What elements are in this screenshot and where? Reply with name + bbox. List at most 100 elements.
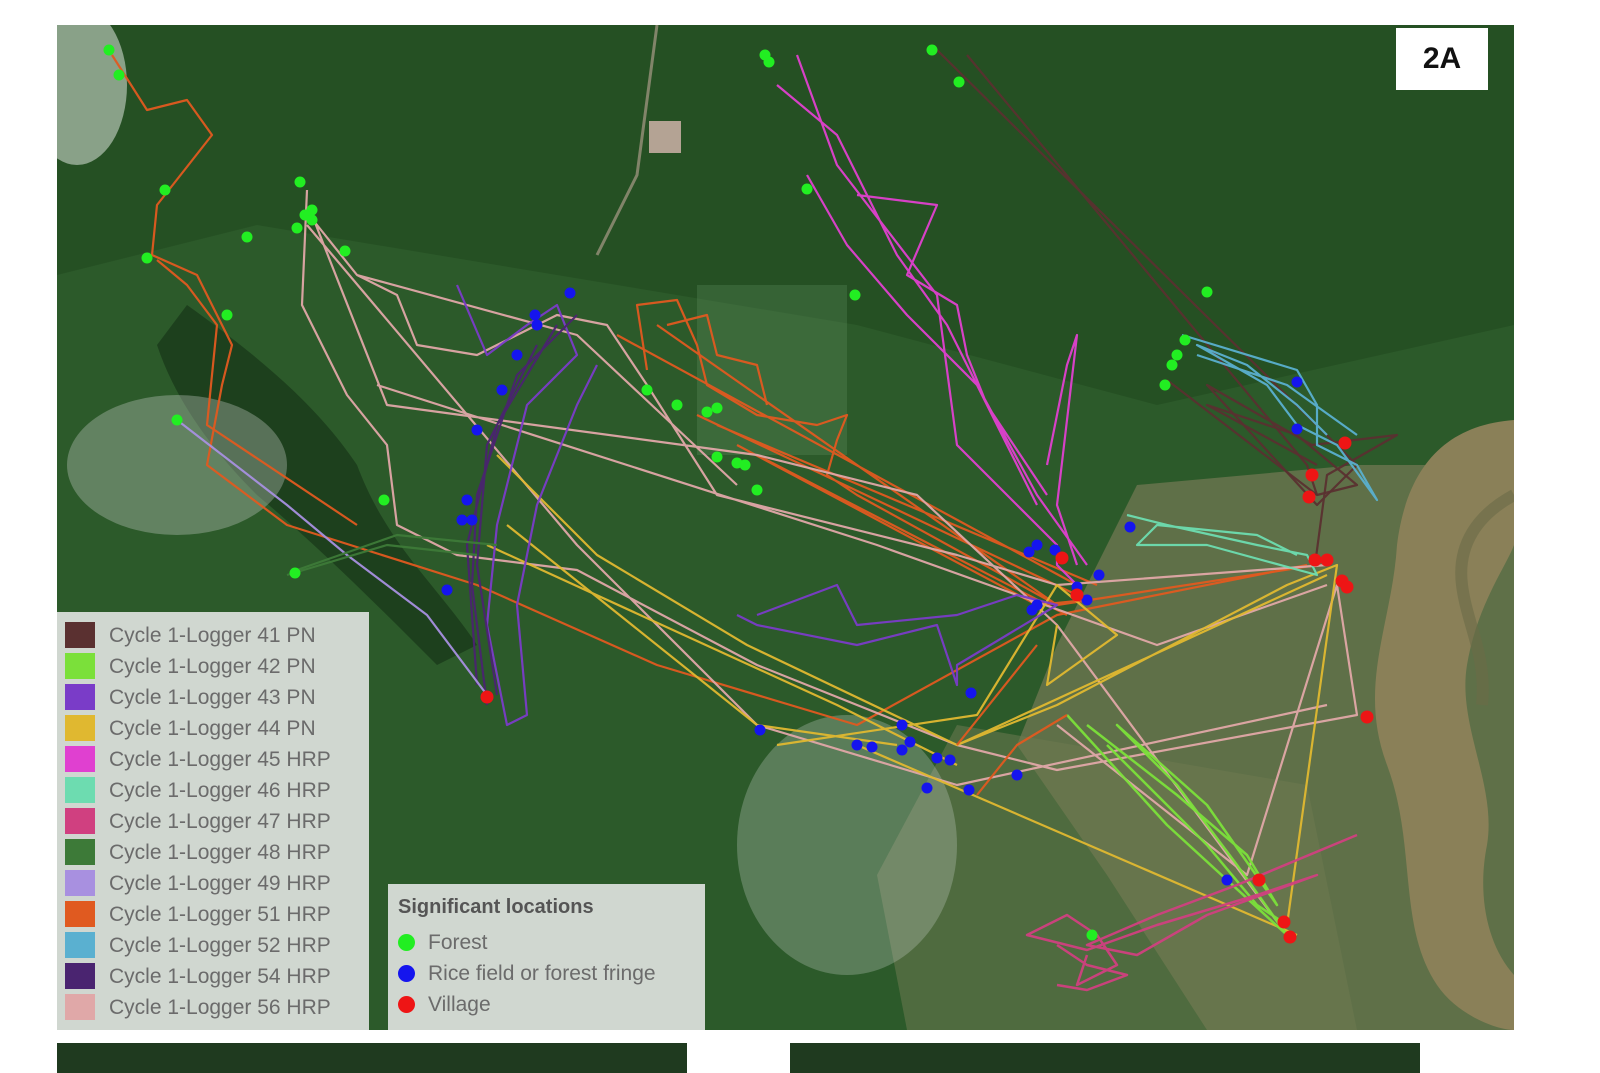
rice-location-marker [529,309,541,321]
logger-legend-label: Cycle 1-Logger 54 HRP [109,965,331,988]
forest-location-marker [306,214,318,226]
legend-swatch-icon [65,684,95,710]
rice-location-marker [866,741,878,753]
forest-location-marker [763,56,775,68]
rice-location-marker [851,739,863,751]
logger-legend-label: Cycle 1-Logger 44 PN [109,717,316,740]
rice-location-marker [896,744,908,756]
forest-location-marker [221,309,233,321]
legend-swatch-icon [65,653,95,679]
logger-legend-item: Cycle 1-Logger 48 HRP [57,837,369,867]
logger-legend-label: Cycle 1-Logger 51 HRP [109,903,331,926]
forest-marker-icon [398,934,415,951]
logger-legend-label: Cycle 1-Logger 46 HRP [109,779,331,802]
forest-location-marker [926,44,938,56]
village-marker-icon [398,996,415,1013]
forest-location-marker [289,567,301,579]
legend-swatch-icon [65,746,95,772]
logger-legend-label: Cycle 1-Logger 41 PN [109,624,316,647]
forest-location-marker [641,384,653,396]
logger-legend-label: Cycle 1-Logger 42 PN [109,655,316,678]
locations-legend-item-village: Village [388,990,705,1020]
forest-location-marker [953,76,965,88]
village-location-marker [1055,551,1069,565]
locations-legend-item-rice: Rice field or forest fringe [388,959,705,989]
legend-swatch-icon [65,963,95,989]
locations-legend-label: Village [428,993,491,1016]
rice-location-marker [931,752,943,764]
logger-legend-item: Cycle 1-Logger 45 HRP [57,744,369,774]
forest-location-marker [339,245,351,257]
legend-swatch-icon [65,808,95,834]
next-panel-right-edge [790,1043,1420,1073]
logger-legend-label: Cycle 1-Logger 49 HRP [109,872,331,895]
rice-location-marker [456,514,468,526]
village-location-marker [1308,553,1322,567]
rice-location-marker [965,687,977,699]
forest-location-marker [378,494,390,506]
locations-legend-item-forest: Forest [388,928,705,958]
forest-location-marker [1086,929,1098,941]
village-location-marker [1320,553,1334,567]
village-location-marker [1070,588,1084,602]
locations-legend-label: Forest [428,931,488,954]
forest-location-marker [1171,349,1183,361]
logger-legend-label: Cycle 1-Logger 48 HRP [109,841,331,864]
logger-legend-item: Cycle 1-Logger 42 PN [57,651,369,681]
forest-location-marker [739,459,751,471]
forest-location-marker [1166,359,1178,371]
legend-swatch-icon [65,622,95,648]
village-location-marker [1283,930,1297,944]
rice-location-marker [1221,874,1233,886]
rice-location-marker [1026,604,1038,616]
rice-location-marker [1023,546,1035,558]
forest-location-marker [711,402,723,414]
forest-location-marker [1179,334,1191,346]
legend-swatch-icon [65,777,95,803]
panel-label: 2A [1396,28,1488,90]
village-location-marker [1277,915,1291,929]
logger-legend-label: Cycle 1-Logger 43 PN [109,686,316,709]
forest-location-marker [711,451,723,463]
forest-location-marker [801,183,813,195]
forest-location-marker [671,399,683,411]
rice-location-marker [904,736,916,748]
logger-legend: Cycle 1-Logger 41 PN Cycle 1-Logger 42 PN… [57,612,369,1030]
locations-legend-label: Rice field or forest fringe [428,962,656,985]
forest-location-marker [701,406,713,418]
forest-location-marker [159,184,171,196]
logger-legend-item: Cycle 1-Logger 56 HRP [57,992,369,1022]
logger-legend-item: Cycle 1-Logger 46 HRP [57,775,369,805]
rice-location-marker [896,719,908,731]
rice-location-marker [461,494,473,506]
rice-location-marker [1124,521,1136,533]
rice-location-marker [531,319,543,331]
village-location-marker [1252,873,1266,887]
rice-location-marker [944,754,956,766]
rice-location-marker [466,514,478,526]
logger-legend-item: Cycle 1-Logger 51 HRP [57,899,369,929]
village-location-marker [1302,490,1316,504]
logger-legend-label: Cycle 1-Logger 52 HRP [109,934,331,957]
legend-swatch-icon [65,901,95,927]
next-panel-left-edge [57,1043,687,1073]
rice-location-marker [471,424,483,436]
rice-location-marker [1291,423,1303,435]
forest-location-marker [294,176,306,188]
logger-legend-item: Cycle 1-Logger 49 HRP [57,868,369,898]
clearing [649,121,681,153]
village-location-marker [1338,436,1352,450]
rice-location-marker [564,287,576,299]
logger-legend-item: Cycle 1-Logger 54 HRP [57,961,369,991]
forest-location-marker [171,414,183,426]
village-location-marker [480,690,494,704]
logger-legend-item: Cycle 1-Logger 44 PN [57,713,369,743]
forest-location-marker [241,231,253,243]
forest-location-marker [751,484,763,496]
forest-location-marker [1159,379,1171,391]
forest-location-marker [291,222,303,234]
forest-location-marker [141,252,153,264]
rice-location-marker [1093,569,1105,581]
logger-legend-item: Cycle 1-Logger 47 HRP [57,806,369,836]
logger-legend-label: Cycle 1-Logger 47 HRP [109,810,331,833]
